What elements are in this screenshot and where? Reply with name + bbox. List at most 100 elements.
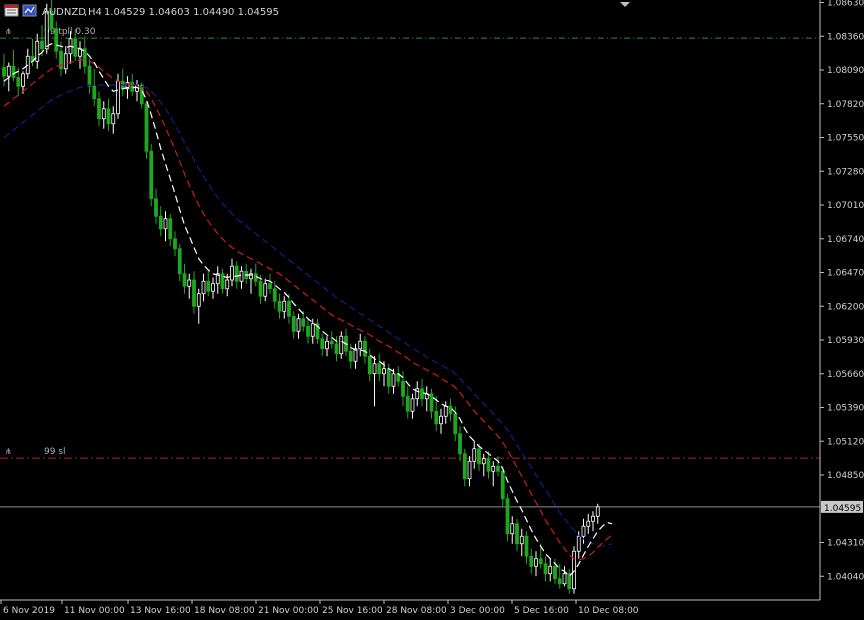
candle-body (144, 103, 149, 152)
time-tick-label: 3 Dec 00:00 (450, 606, 505, 616)
chart-type-icon[interactable] (22, 4, 37, 17)
candle-body (116, 80, 120, 115)
candle-body (282, 300, 287, 312)
chart-container[interactable]: 99 tpll 0.30 ⋔ 99 sl ⋔ 1.08630 1.08360 1.0809… (0, 0, 864, 616)
candle-body (154, 198, 158, 217)
candle-body (500, 470, 505, 500)
header-separator: , (84, 7, 87, 18)
candle-body (353, 348, 358, 362)
candle-body (268, 283, 272, 290)
candle-body (21, 73, 25, 87)
candle-body (301, 318, 306, 327)
candle-body (386, 368, 391, 387)
candle-body (158, 215, 163, 230)
candle-body (258, 280, 263, 297)
time-tick-label: 5 Dec 16:00 (514, 606, 569, 616)
candle-body (576, 535, 581, 552)
candle-body (87, 65, 92, 87)
candle-body (462, 453, 467, 480)
time-tick-label: 13 Nov 16:00 (130, 606, 191, 616)
candle-body (410, 398, 415, 412)
candle-body (401, 380, 405, 397)
candle-body (63, 53, 68, 70)
candle-body (434, 410, 439, 425)
candle-body (272, 288, 277, 302)
price-tick-label: 1.07010 (827, 201, 864, 211)
time-tick-label: 28 Nov 08:00 (386, 606, 447, 616)
candle-body (329, 340, 334, 345)
candle-body (16, 77, 21, 87)
candle-body (211, 283, 215, 292)
candle-body (35, 40, 40, 62)
candle-body (163, 218, 168, 230)
price-tick-label: 1.04310 (827, 539, 864, 549)
candle-body (439, 415, 443, 425)
candle-body (196, 293, 201, 307)
header-timeframe: H4 (88, 7, 102, 18)
candle-body (567, 573, 572, 590)
candle-body (234, 265, 239, 282)
candle-body (97, 98, 101, 120)
candle-body (491, 465, 496, 472)
price-tick-label: 1.08360 (827, 32, 864, 42)
price-tick-label: 1.06200 (827, 302, 864, 312)
price-tick-label: 1.07820 (827, 100, 864, 110)
price-tick-label: 1.07280 (827, 167, 864, 177)
candle-body (277, 300, 282, 312)
candle-body (220, 273, 225, 290)
candle-body (59, 50, 63, 70)
candle-body (325, 340, 329, 350)
candle-body (496, 465, 500, 472)
candle-body (306, 325, 310, 337)
candle-body (310, 323, 315, 337)
candle-body (339, 335, 344, 355)
candle-body (106, 108, 111, 125)
candle-body (505, 498, 510, 535)
candle-body (524, 535, 529, 557)
candle-body (182, 273, 187, 287)
candle-body (173, 238, 177, 250)
candle-body (562, 573, 567, 585)
price-tick-label: 1.05120 (827, 437, 864, 447)
sl-level-label: 99 sl (44, 447, 66, 457)
candle-body (519, 535, 524, 545)
candle-body (225, 279, 230, 290)
chart-header: AUDNZD , H4 1.04529 1.04603 1.04490 1.04… (4, 4, 279, 18)
price-tick-label: 1.05390 (827, 404, 864, 414)
price-tick-label: 1.07550 (827, 134, 864, 144)
candle-body (548, 565, 553, 575)
candle-body (192, 279, 196, 307)
window-menu-icon[interactable] (4, 4, 19, 17)
candle-body (538, 558, 543, 565)
candle-body (168, 218, 173, 240)
candle-body (40, 40, 44, 50)
candle-body (2, 67, 6, 77)
candle-body (287, 300, 291, 317)
candle-body (82, 48, 87, 67)
candle-body (253, 273, 258, 282)
candle-body (177, 248, 182, 275)
candle-body (481, 458, 486, 465)
candle-body (420, 388, 424, 400)
time-tick-label: 18 Nov 08:00 (194, 606, 255, 616)
candle-body (472, 448, 477, 462)
candle-body (382, 368, 386, 375)
candle-body (405, 395, 410, 412)
candle-body (591, 515, 595, 522)
candle-body (358, 340, 363, 350)
price-tick-label: 1.06470 (827, 269, 864, 279)
candle-body (458, 433, 462, 455)
candle-body (486, 458, 491, 472)
price-chart[interactable]: 99 tpll 0.30⋔99 sl⋔ 1.086301.083601.0809… (0, 0, 864, 616)
candle-body (595, 506, 600, 517)
candle-body (11, 65, 16, 78)
candle-body (263, 283, 268, 297)
candle-body (230, 265, 234, 281)
candle-body (130, 82, 135, 92)
price-tick-label: 1.08090 (827, 66, 864, 76)
candle-body (73, 38, 78, 57)
candle-body (467, 460, 472, 480)
time-tick-label: 10 Dec 08:00 (578, 606, 639, 616)
price-tick-label: 1.08630 (827, 0, 864, 9)
candle-body (291, 315, 296, 332)
